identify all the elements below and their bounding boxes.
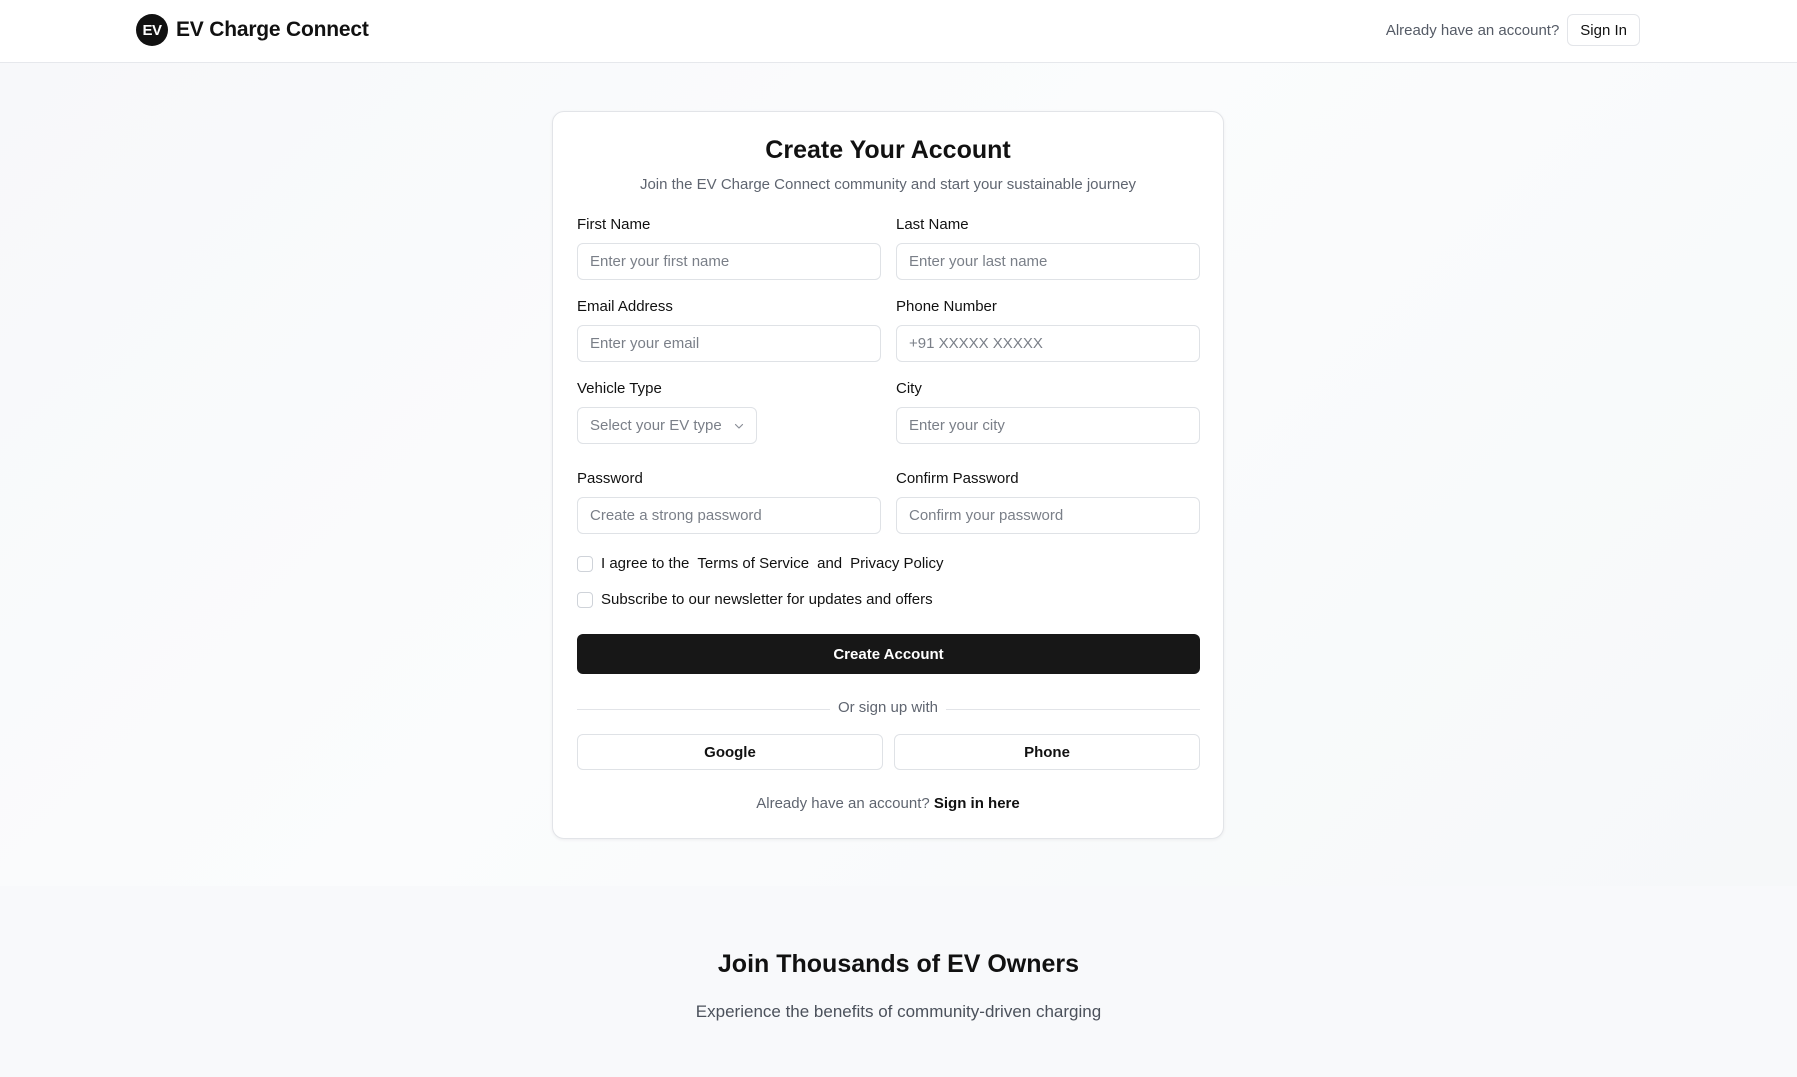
password-input[interactable] (577, 497, 881, 534)
benefits-subtitle: Experience the benefits of community-dri… (695, 1002, 1102, 1021)
brand-logo[interactable]: EV EV Charge Connect (136, 14, 369, 46)
city-input[interactable] (896, 407, 1200, 444)
vehicle-type-group: Vehicle Type Select your EV type (577, 380, 881, 444)
brand-name: EV Charge Connect (176, 18, 369, 41)
create-account-button[interactable]: Create Account (577, 634, 1200, 674)
first-name-input[interactable] (577, 243, 881, 280)
google-signup-button[interactable]: Google (577, 734, 883, 770)
newsletter-checkbox[interactable] (577, 591, 593, 608)
page-title: Create Your Account (765, 136, 1011, 164)
phone-signup-button[interactable]: Phone (894, 734, 1200, 770)
confirm-password-group: Confirm Password (896, 470, 1200, 534)
confirm-password-label: Confirm Password (896, 470, 1019, 487)
header-account-prompt: Already have an account? (1385, 21, 1560, 39)
first-name-label: First Name (577, 216, 651, 233)
divider-text: Or sign up with (829, 699, 947, 716)
password-group: Password (577, 470, 881, 534)
last-name-input[interactable] (896, 243, 1200, 280)
vehicle-type-selected: Select your EV type (590, 417, 722, 434)
terms-checkbox[interactable] (577, 555, 593, 572)
city-group: City (896, 380, 1200, 444)
benefits-section: Join Thousands of EV Owners Experience t… (0, 886, 1797, 1077)
email-group: Email Address (577, 298, 881, 362)
header-sign-in-button[interactable]: Sign In (1567, 14, 1640, 46)
chevron-down-icon (734, 423, 744, 429)
sign-in-here-link[interactable]: Sign in here (934, 795, 1020, 812)
last-name-group: Last Name (896, 216, 1200, 280)
newsletter-row: Subscribe to our newsletter for updates … (577, 591, 933, 608)
city-label: City (896, 380, 922, 397)
signup-card: Create Your Account Join the EV Charge C… (552, 111, 1224, 839)
signin-prompt: Already have an account? Sign in here (553, 795, 1223, 812)
email-input[interactable] (577, 325, 881, 362)
terms-and-text: and (817, 555, 843, 572)
confirm-password-input[interactable] (896, 497, 1200, 534)
newsletter-label: Subscribe to our newsletter for updates … (601, 591, 933, 608)
divider: Or sign up with (553, 699, 1223, 717)
vehicle-type-select[interactable]: Select your EV type (577, 407, 757, 444)
signin-prompt-text: Already have an account? (756, 795, 930, 812)
phone-label: Phone Number (896, 298, 997, 315)
terms-prefix: I agree to the (601, 555, 690, 572)
top-header: EV EV Charge Connect Already have an acc… (0, 0, 1797, 63)
phone-input[interactable] (896, 325, 1200, 362)
first-name-group: First Name (577, 216, 881, 280)
password-label: Password (577, 470, 643, 487)
terms-row: I agree to the Terms of Service and Priv… (577, 555, 952, 572)
terms-of-service-link[interactable]: Terms of Service (697, 555, 809, 572)
ev-logo-icon: EV (136, 14, 168, 46)
email-label: Email Address (577, 298, 673, 315)
phone-group: Phone Number (896, 298, 1200, 362)
page-subtitle: Join the EV Charge Connect community and… (639, 176, 1137, 193)
header-actions: Already have an account? Sign In (1386, 14, 1640, 46)
benefits-title: Join Thousands of EV Owners (717, 950, 1080, 978)
privacy-policy-link[interactable]: Privacy Policy (850, 555, 943, 572)
last-name-label: Last Name (896, 216, 969, 233)
vehicle-type-label: Vehicle Type (577, 380, 662, 397)
